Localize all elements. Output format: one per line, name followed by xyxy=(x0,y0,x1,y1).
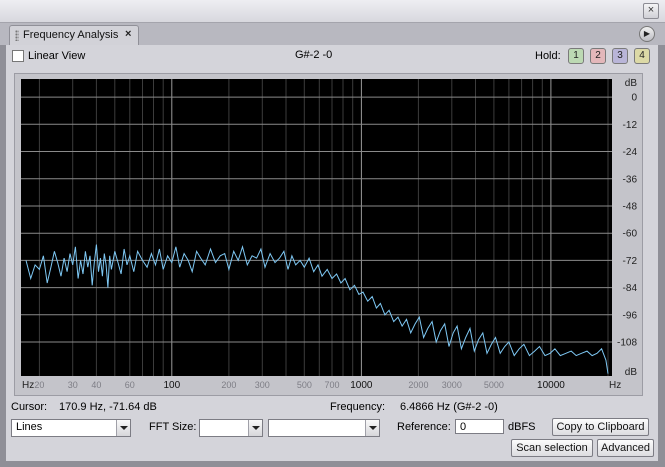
copy-to-clipboard-button[interactable]: Copy to Clipboard xyxy=(552,418,649,436)
display-style-value: Lines xyxy=(16,421,43,433)
y-tick-label: -96 xyxy=(623,310,638,321)
y-tick-label: -36 xyxy=(623,174,638,185)
chevron-down-icon[interactable] xyxy=(248,420,262,436)
spectrum-plot-frame: dB dB 0 -12 -24 -36 -48 -60 -72 -84 -96 -108 Hz Hz 20 3… xyxy=(14,73,643,396)
tab-strip: Frequency Analysis × ▶ xyxy=(0,23,665,46)
drag-grip-icon[interactable] xyxy=(15,30,19,41)
scan-selection-button[interactable]: Scan selection xyxy=(511,439,593,457)
y-tick-label: -84 xyxy=(623,283,638,294)
x-major-tick-label: 1000 xyxy=(350,380,373,391)
y-tick-label: -24 xyxy=(623,147,638,158)
tab-label: Frequency Analysis xyxy=(23,29,119,41)
hold-button-3[interactable]: 3 xyxy=(612,48,628,64)
x-minor-tick-label: 300 xyxy=(255,380,270,390)
cursor-label: Cursor: xyxy=(11,401,48,413)
cursor-value: 170.9 Hz, -71.64 dB xyxy=(59,401,157,413)
chevron-down-icon[interactable] xyxy=(116,420,130,436)
x-major-tick-label: 100 xyxy=(164,380,181,391)
window-function-dropdown[interactable] xyxy=(268,419,380,437)
hold-button-2[interactable]: 2 xyxy=(590,48,606,64)
x-axis-unit-label-right: Hz xyxy=(609,380,621,391)
panel-menu-icon[interactable]: ▶ xyxy=(639,26,655,42)
reference-label: Reference: xyxy=(397,421,451,433)
y-tick-label: -12 xyxy=(623,120,638,131)
fft-size-label: FFT Size: xyxy=(149,421,197,433)
linear-view-label: Linear View xyxy=(28,50,86,62)
hold-button-1[interactable]: 1 xyxy=(568,48,584,64)
plot-background[interactable] xyxy=(21,79,612,376)
x-minor-tick-label: 700 xyxy=(325,380,340,390)
y-tick-label: -108 xyxy=(617,337,637,348)
y-tick-label: -72 xyxy=(623,256,638,267)
x-minor-tick-label: 500 xyxy=(297,380,312,390)
hold-button-4[interactable]: 4 xyxy=(634,48,650,64)
display-style-dropdown[interactable]: Lines xyxy=(11,419,131,437)
linear-view-checkbox[interactable] xyxy=(12,50,24,62)
x-minor-tick-label: 3000 xyxy=(442,380,462,390)
x-minor-tick-label: 200 xyxy=(221,380,236,390)
tab-frequency-analysis[interactable]: Frequency Analysis × xyxy=(9,25,139,46)
frequency-analysis-panel: Linear View G#-2 -0 Hold: 1234 dB dB 0 -12 -… xyxy=(6,45,658,461)
y-tick-label: -48 xyxy=(623,201,638,212)
note-readout: G#-2 -0 xyxy=(295,49,333,61)
window-close-button[interactable]: × xyxy=(643,3,659,19)
x-minor-tick-label: 2000 xyxy=(408,380,428,390)
y-axis-unit-label-bottom: dB xyxy=(625,367,638,378)
chevron-down-icon[interactable] xyxy=(365,420,379,436)
y-tick-label: -60 xyxy=(623,229,638,240)
tab-close-icon[interactable]: × xyxy=(125,28,131,40)
frequency-label: Frequency: xyxy=(330,401,386,413)
x-minor-tick-label: 20 xyxy=(34,380,44,390)
x-minor-tick-label: 60 xyxy=(125,380,135,390)
spectrum-chart[interactable]: dBdB0-12-24-36-48-60-72-84-96-108Hz Hz20 3… xyxy=(15,74,642,395)
x-axis-unit-label: Hz xyxy=(22,380,34,391)
fft-size-dropdown[interactable] xyxy=(199,419,263,437)
window-titlebar: × xyxy=(0,0,665,23)
x-minor-tick-label: 40 xyxy=(91,380,101,390)
x-minor-tick-label: 30 xyxy=(68,380,78,390)
frequency-value: 6.4866 Hz (G#-2 -0) xyxy=(400,401,498,413)
y-axis-unit-label: dB xyxy=(625,78,638,89)
x-major-tick-label: 10000 xyxy=(537,380,565,391)
advanced-button[interactable]: Advanced xyxy=(597,439,654,457)
reference-input[interactable]: 0 xyxy=(455,419,504,434)
x-minor-tick-label: 5000 xyxy=(484,380,504,390)
reference-unit: dBFS xyxy=(508,421,536,433)
y-tick-label: 0 xyxy=(631,93,637,104)
hold-label: Hold: xyxy=(535,50,561,62)
